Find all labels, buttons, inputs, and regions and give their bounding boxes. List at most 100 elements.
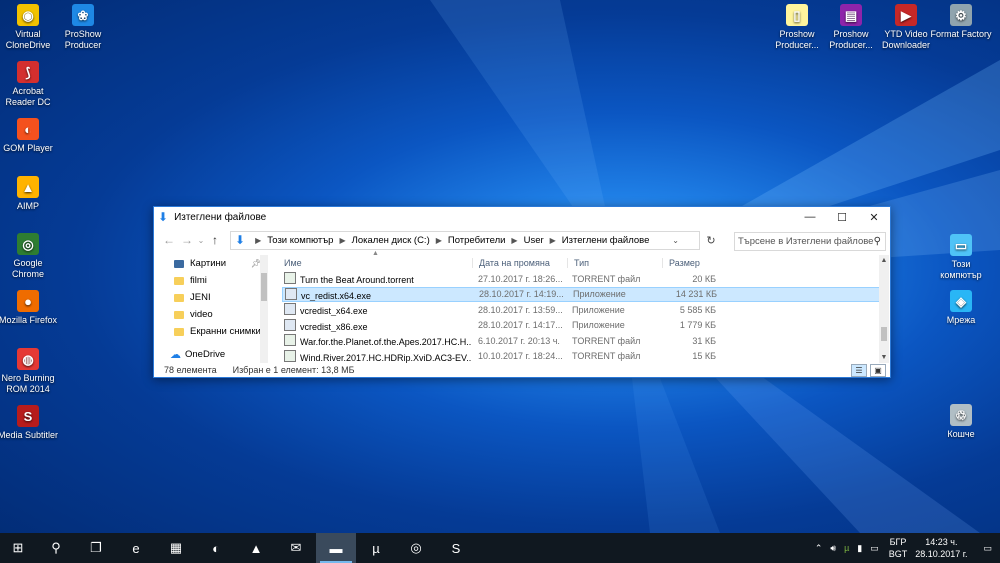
acrobat-icon: ⟆ <box>17 61 39 83</box>
scroll-up-icon[interactable]: ▲ <box>879 257 889 264</box>
language-indicator[interactable]: БГР BGT <box>889 536 908 560</box>
recent-dropdown-icon[interactable]: ⌄ <box>196 236 206 245</box>
window-title: Изтеглени файлове <box>174 211 267 223</box>
window-titlebar[interactable]: ⬇ Изтеглени файлове — ☐ ✕ <box>154 207 890 227</box>
file-list-scrollbar[interactable]: ▲ ▼ <box>879 255 889 363</box>
chrome-taskbar-button[interactable]: ◎ <box>396 533 436 563</box>
breadcrumb-item[interactable]: Този компютър <box>267 235 333 246</box>
desktop-shortcut[interactable]: ▭ Този компютър <box>930 234 992 281</box>
nav-item[interactable]: JENI <box>154 289 269 306</box>
breadcrumb-item[interactable]: Потребители <box>448 235 506 246</box>
chevron-down-icon[interactable]: ⌄ <box>672 236 679 245</box>
desktop-shortcut[interactable]: ◎ Google Chrome <box>0 233 59 280</box>
desktop-shortcut[interactable]: ▤ Proshow Producer... <box>820 4 882 51</box>
file-row[interactable]: vcredist_x86.exe 28.10.2017 г. 14:17... Пр… <box>282 318 880 334</box>
breadcrumb-separator-icon[interactable]: ▶ <box>339 236 345 245</box>
desktop-shortcut[interactable]: ▯ Proshow Producer... <box>766 4 828 51</box>
column-header-date[interactable]: Дата на промяна <box>472 258 567 268</box>
search-button[interactable]: ⚲ <box>36 533 76 563</box>
taskbar: ⊞ ⚲ ❐ e ▦ ◐ ▲ ✉ ▬ µ ◎ S ⌃ 🔊︎ µ ▮ ▭ БГР BGT 14:23 ч.… <box>0 533 1000 563</box>
maximize-button[interactable]: ☐ <box>826 207 858 227</box>
large-icons-view-icon[interactable]: ▣ <box>870 364 886 377</box>
desktop-shortcut[interactable]: ♲ Кошче <box>930 404 992 440</box>
desktop-shortcut[interactable]: ◐ GOM Player <box>0 118 59 154</box>
desktop-shortcut[interactable]: ❀ ProShow Producer <box>52 4 114 51</box>
file-row[interactable]: Turn the Beat Around.torrent 27.10.2017 г… <box>282 271 880 287</box>
task-view-button[interactable]: ❐ <box>76 533 116 563</box>
nav-item[interactable]: filmi <box>154 272 269 289</box>
store-button[interactable]: ▦ <box>156 533 196 563</box>
desktop-shortcut-label: AIMP <box>16 201 39 211</box>
file-explorer-button[interactable]: ▬ <box>316 533 356 563</box>
desktop-shortcut[interactable]: ◉ Virtual CloneDrive <box>0 4 59 51</box>
gom-taskbar-button[interactable]: ◐ <box>196 533 236 563</box>
edge-button[interactable]: e <box>116 533 156 563</box>
file-row[interactable]: War.for.the.Planet.of.the.Apes.2017.HC.H… <box>282 333 880 349</box>
breadcrumb-separator-icon[interactable]: ▶ <box>550 236 556 245</box>
mail-button[interactable]: ✉ <box>276 533 316 563</box>
minimize-button[interactable]: — <box>794 207 826 227</box>
speaker-icon[interactable]: 🔊︎ <box>830 543 836 554</box>
skype-button[interactable]: S <box>436 533 476 563</box>
start-button[interactable]: ⊞ <box>0 533 36 563</box>
nav-item[interactable]: Екранни снимки <box>154 323 269 340</box>
utorrent-tray-icon[interactable]: µ <box>844 543 849 553</box>
details-view-icon[interactable]: ☰ <box>851 364 867 377</box>
scroll-down-icon[interactable]: ▼ <box>879 354 889 361</box>
file-explorer-window[interactable]: ⬇ Изтеглени файлове — ☐ ✕ ← → ⌄ ↑ ⬇ ▶ То… <box>153 206 891 378</box>
back-arrow-icon[interactable]: ← <box>160 233 178 247</box>
clock[interactable]: 14:23 ч. 28.10.2017 г. <box>915 536 967 560</box>
onedrive-cloud-icon: ☁ <box>170 349 181 361</box>
column-header-size[interactable]: Размер <box>662 258 719 268</box>
proshow-icon: ❀ <box>72 4 94 26</box>
notifications-icon[interactable]: ▭ <box>983 543 992 554</box>
desktop-shortcut[interactable]: ◈ Мрежа <box>930 290 992 326</box>
desktop-shortcut[interactable]: ▶ YTD Video Downloader <box>875 4 937 51</box>
desktop-shortcut[interactable]: S Media Subtitler <box>0 405 59 441</box>
breadcrumb-item[interactable]: Локален диск (C:) <box>352 235 430 246</box>
file-type: Приложение <box>573 289 626 300</box>
file-row[interactable]: vc_redist.x64.exe 28.10.2017 г. 14:19... П… <box>282 286 880 302</box>
breadcrumb-item[interactable]: Изтеглени файлове <box>562 235 650 246</box>
network-icon: ◈ <box>950 290 972 312</box>
desktop-shortcut-label: Proshow Producer... <box>775 29 819 50</box>
battery-icon[interactable]: ▭ <box>870 543 879 554</box>
desktop-shortcut[interactable]: ◍ Nero Burning ROM 2014 <box>0 348 59 395</box>
desktop-shortcut[interactable]: ▲ AIMP <box>0 176 59 212</box>
file-type: TORRENT файл <box>572 273 641 284</box>
file-icon: ▯ <box>786 4 808 26</box>
file-row[interactable]: Wind.River.2017.HC.HDRip.XviD.AC3-EV... 1… <box>282 349 880 365</box>
column-header-name[interactable]: Име <box>282 258 472 268</box>
nav-item[interactable]: Картини 📌︎ <box>154 255 269 272</box>
vlc-button[interactable]: ▲ <box>236 533 276 563</box>
file-name-cell: vc_redist.x64.exe <box>283 287 473 301</box>
file-type: TORRENT файл <box>572 351 641 362</box>
address-bar[interactable]: ⬇ ▶ Този компютър ▶ Локален диск (C:) ▶ Потр… <box>230 230 716 250</box>
close-button[interactable]: ✕ <box>858 207 890 227</box>
search-icon: ⚲ <box>873 236 881 247</box>
desktop-shortcut[interactable]: ● Mozilla Firefox <box>0 290 59 326</box>
forward-arrow-icon[interactable]: → <box>178 233 196 247</box>
utorrent-button[interactable]: µ <box>356 533 396 563</box>
column-header-type[interactable]: Тип <box>567 258 662 268</box>
up-arrow-icon[interactable]: ↑ <box>206 233 224 247</box>
breadcrumb-separator-icon[interactable]: ▶ <box>511 236 517 245</box>
file-name-cell: vcredist_x64.exe <box>282 303 472 316</box>
nav-item-label: filmi <box>190 275 207 286</box>
search-input[interactable]: Търсене в Изтеглени файлове ⚲ <box>734 232 886 251</box>
tray-overflow-icon[interactable]: ⌃ <box>815 543 823 554</box>
nav-item[interactable]: video <box>154 306 269 323</box>
breadcrumb-separator-icon[interactable]: ▶ <box>436 236 442 245</box>
scrollbar-thumb[interactable] <box>881 327 887 341</box>
file-row[interactable]: vcredist_x64.exe 28.10.2017 г. 13:59... Пр… <box>282 302 880 318</box>
folder-icon <box>174 276 184 285</box>
breadcrumb-item[interactable]: User <box>524 235 544 246</box>
desktop-shortcut-label: Mozilla Firefox <box>0 315 57 325</box>
nav-pane-scrollbar[interactable] <box>260 255 268 363</box>
desktop-shortcut[interactable]: ⚙ Format Factory <box>930 4 992 40</box>
refresh-icon[interactable]: ↻ <box>703 234 719 247</box>
ytd-icon: ▶ <box>895 4 917 26</box>
nav-item-onedrive[interactable]: ☁ OneDrive <box>154 346 269 363</box>
network-tray-icon[interactable]: ▮ <box>857 543 862 554</box>
desktop-shortcut[interactable]: ⟆ Acrobat Reader DC <box>0 61 59 108</box>
